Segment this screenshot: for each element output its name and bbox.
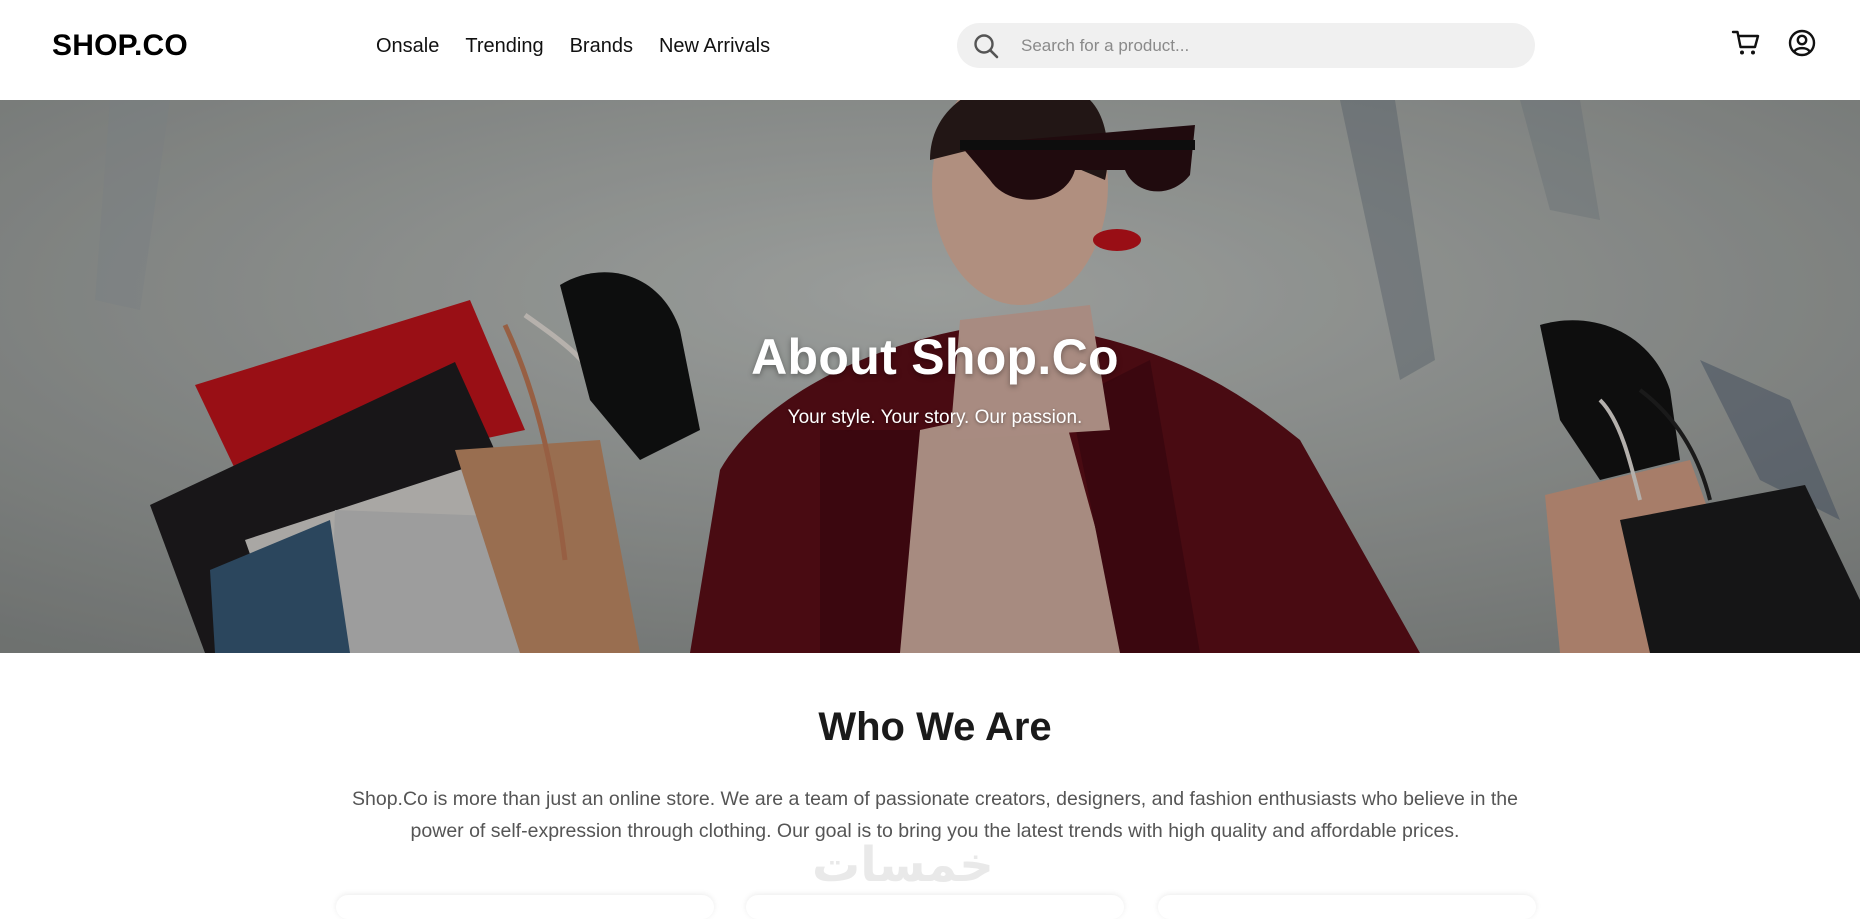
feature-card — [746, 895, 1124, 919]
feature-card — [336, 895, 714, 919]
section-title: Who We Are — [818, 705, 1052, 749]
nav-brands[interactable]: Brands — [570, 35, 633, 58]
main-nav: Onsale Trending Brands New Arrivals — [376, 35, 770, 58]
cart-icon[interactable] — [1730, 27, 1762, 59]
watermark: خمسات — [812, 837, 994, 893]
search-input[interactable] — [1019, 34, 1503, 57]
nav-new-arrivals[interactable]: New Arrivals — [659, 35, 770, 58]
nav-trending[interactable]: Trending — [465, 35, 543, 58]
hero-title: About Shop.Co — [751, 329, 1119, 385]
hero-subtitle: Your style. Your story. Our passion. — [787, 407, 1083, 428]
user-icon[interactable] — [1786, 27, 1818, 59]
site-header: SHOP.CO Onsale Trending Brands New Arriv… — [0, 0, 1860, 100]
search-icon[interactable] — [971, 31, 1001, 61]
nav-onsale[interactable]: Onsale — [376, 35, 439, 58]
feature-card — [1158, 895, 1536, 919]
site-logo[interactable]: SHOP.CO — [52, 29, 188, 63]
who-we-are-section: Who We Are Shop.Co is more than just an … — [0, 653, 1860, 919]
search-bar[interactable] — [957, 23, 1535, 68]
hero-banner: About Shop.Co Your style. Your story. Ou… — [0, 100, 1860, 653]
